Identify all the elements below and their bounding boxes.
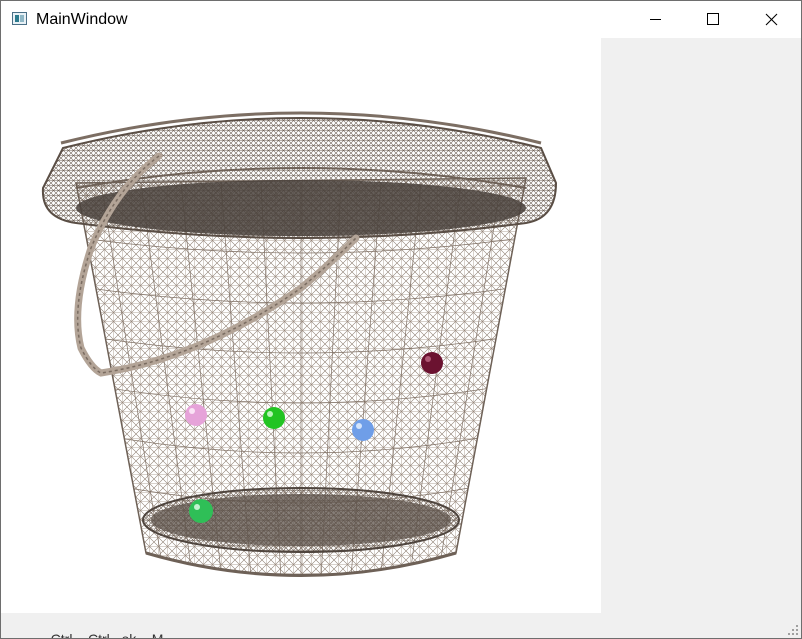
window-title: MainWindow — [36, 11, 128, 28]
side-panel — [601, 38, 801, 613]
3d-viewport[interactable] — [1, 38, 601, 613]
ball-lower-green — [189, 499, 213, 523]
ball-green — [263, 407, 285, 429]
main-window: MainWindow ...Ctrl... Ctrl...ok ...M... — [0, 0, 802, 639]
ball-dark-red — [421, 352, 443, 374]
ball-pink — [185, 404, 207, 426]
status-bar: ...Ctrl... Ctrl...ok ...M... — [1, 613, 801, 638]
status-text: ...Ctrl... Ctrl...ok ...M... — [39, 631, 176, 639]
bucket-wireframe — [41, 111, 558, 577]
title-bar[interactable]: MainWindow — [1, 1, 801, 38]
minimize-icon — [650, 19, 661, 20]
ball-blue — [352, 419, 374, 441]
minimize-button[interactable] — [626, 1, 684, 38]
close-button[interactable] — [742, 1, 800, 38]
close-icon — [765, 13, 778, 26]
size-grip-icon[interactable] — [787, 624, 799, 636]
client-area — [1, 38, 801, 613]
app-window-icon — [12, 12, 27, 25]
maximize-icon — [707, 13, 719, 25]
maximize-button[interactable] — [684, 1, 742, 38]
